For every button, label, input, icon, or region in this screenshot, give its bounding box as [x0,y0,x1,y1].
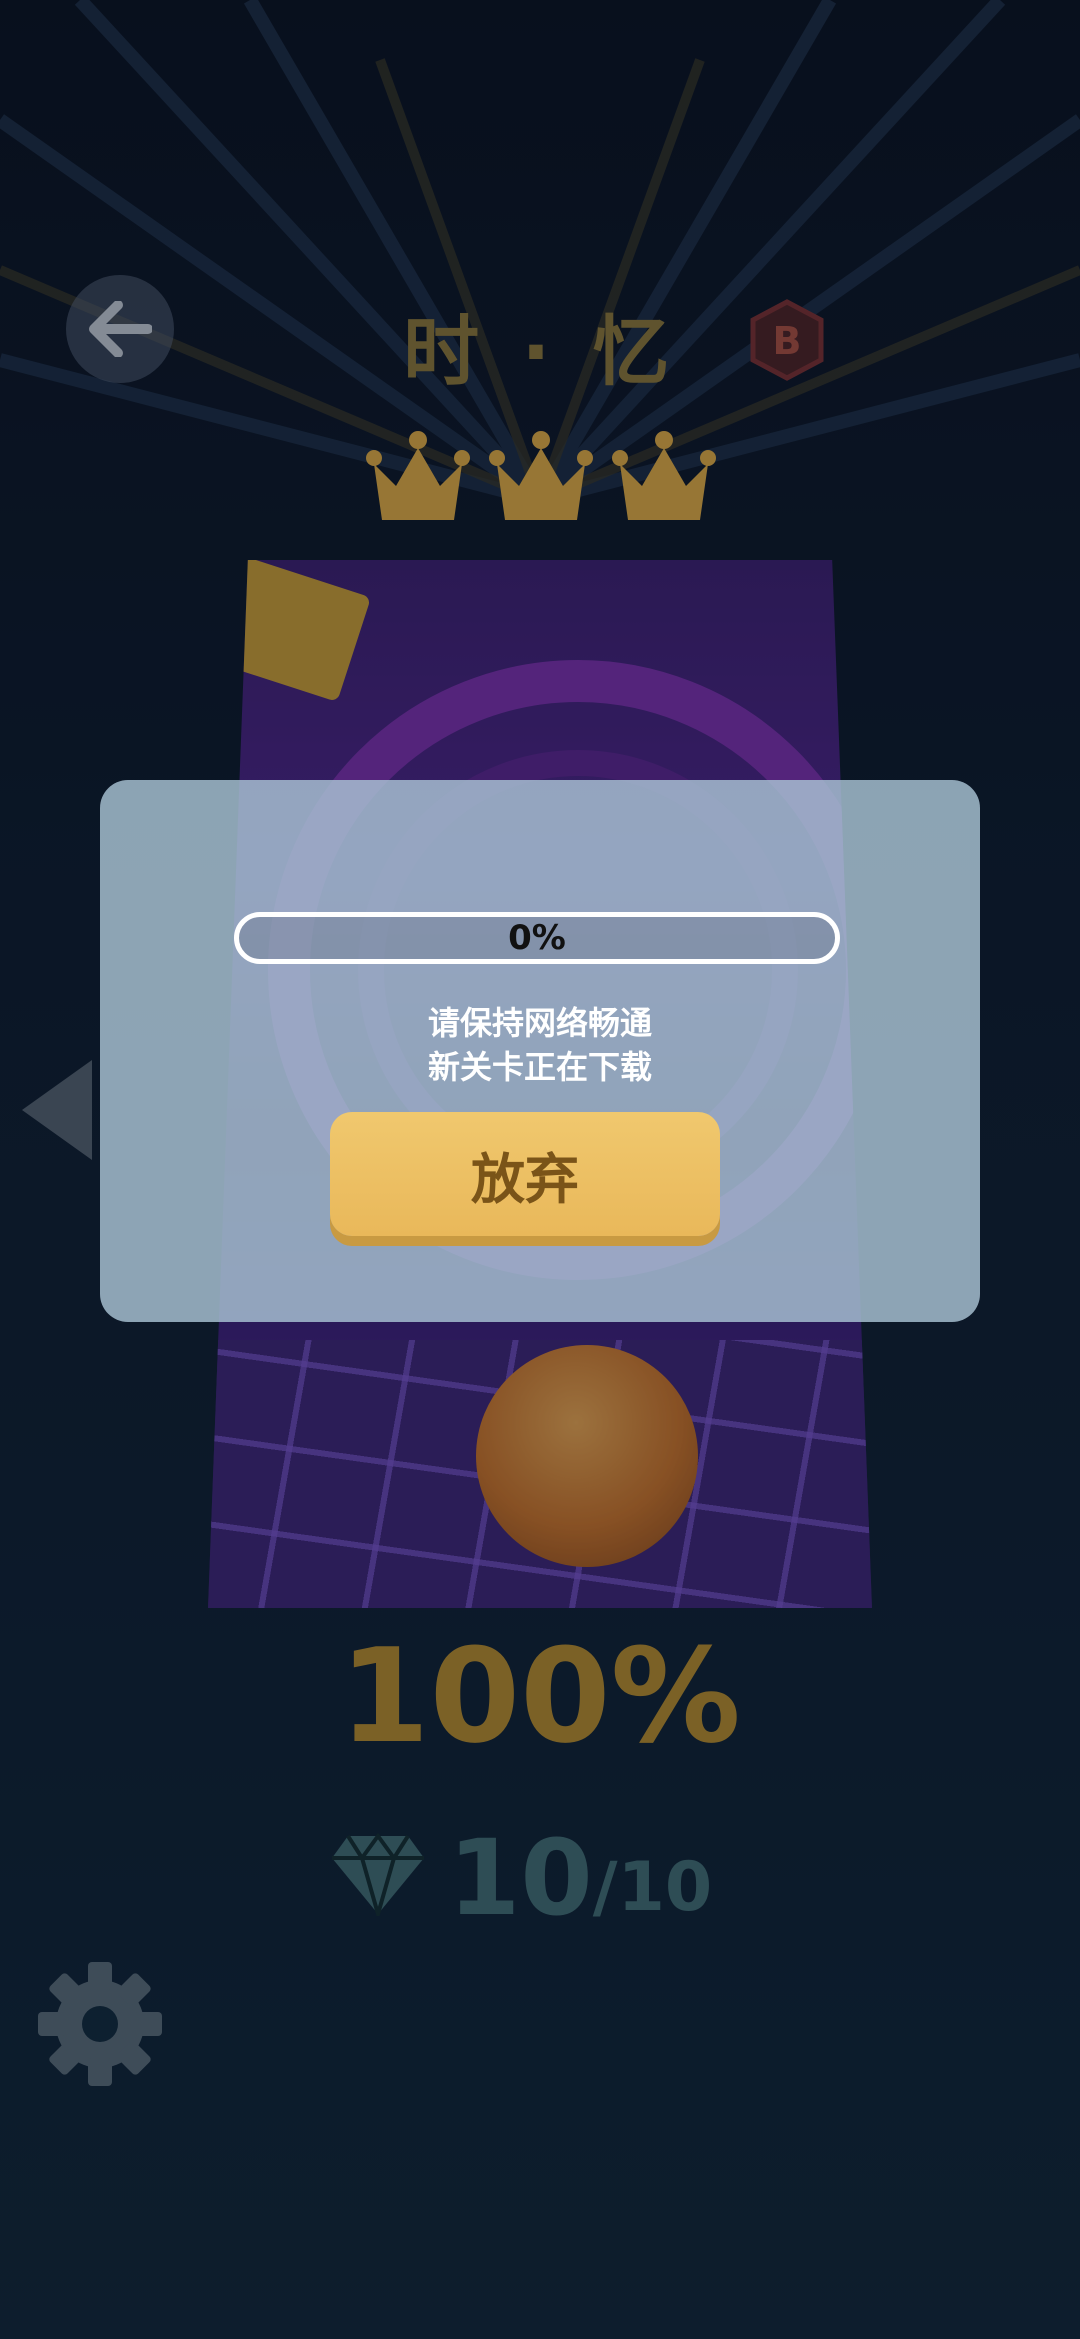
settings-button[interactable] [36,1960,164,2088]
gear-icon [38,1962,162,2086]
download-progress-bar: 0% [234,912,840,964]
best-progress: 100% [339,1620,741,1772]
downloading-message: 新关卡正在下载 [427,1048,652,1086]
diamond-icon [332,1832,424,1916]
keep-network-message: 请保持网络畅通 [427,1004,652,1042]
give-up-button[interactable]: 放弃 [330,1112,720,1236]
gems-collected: 10 [448,1817,593,1939]
gems-total: /10 [592,1848,713,1927]
gem-counter: 10 /10 [330,1810,712,1930]
download-dialog: 0% 请保持网络畅通 新关卡正在下载 放弃 [100,780,980,1322]
download-progress-text: 0% [508,918,566,958]
